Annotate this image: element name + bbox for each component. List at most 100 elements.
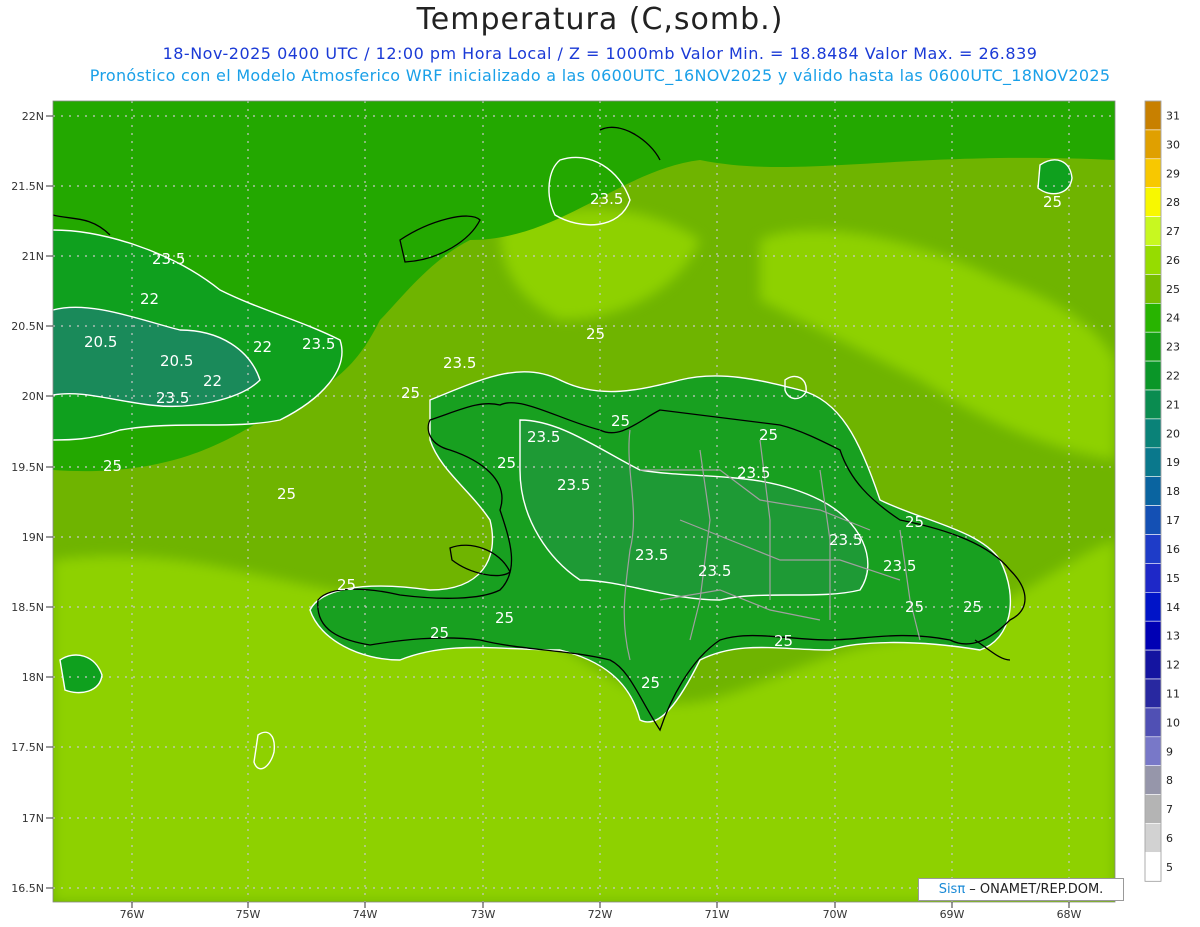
lat-label: 20N — [22, 390, 44, 403]
contour-label: 25 — [497, 454, 516, 472]
colorbar-swatch — [1144, 649, 1162, 680]
credit-sis: Sisπ — [938, 882, 966, 897]
contour-label: 25 — [759, 426, 778, 444]
colorbar-label: 14 — [1166, 601, 1180, 614]
contour-label: 23.5 — [635, 546, 668, 564]
colorbar-label: 7 — [1166, 803, 1173, 816]
colorbar-label: 26 — [1166, 254, 1180, 267]
lon-label: 68W — [1057, 908, 1082, 921]
contour-label: 25 — [103, 457, 122, 475]
colorbar-swatch — [1144, 187, 1162, 217]
colorbar-swatch — [1144, 534, 1162, 564]
contour-label: 23.5 — [557, 476, 590, 494]
colorbar-swatch — [1144, 129, 1162, 160]
contour-label: 25 — [337, 576, 356, 594]
lat-label: 19.5N — [11, 461, 44, 474]
contour-label: 25 — [401, 384, 420, 402]
lon-label: 74W — [353, 908, 378, 921]
lon-label: 72W — [588, 908, 613, 921]
contour-label: 23.5 — [302, 335, 335, 353]
colorbar-label: 28 — [1166, 196, 1180, 209]
lon-label: 71W — [705, 908, 730, 921]
contour-label: 25 — [963, 598, 982, 616]
colorbar-label: 31 — [1166, 110, 1180, 123]
colorbar-label: 17 — [1166, 514, 1180, 527]
lat-label: 21N — [22, 250, 44, 263]
lat-label: 17.5N — [11, 741, 44, 754]
contour-label: 25 — [774, 632, 793, 650]
colorbar-swatch — [1144, 505, 1162, 535]
colorbar-label: 19 — [1166, 456, 1180, 469]
map-field — [53, 101, 1115, 902]
colorbar-swatch — [1144, 245, 1162, 275]
colorbar-label: 24 — [1166, 312, 1180, 325]
colorbar-swatch — [1144, 331, 1162, 362]
contour-label: 23.5 — [698, 562, 731, 580]
contour-label: 25 — [277, 485, 296, 503]
colorbar-swatch — [1144, 736, 1162, 766]
colorbar-swatch — [1144, 563, 1162, 593]
lon-label: 69W — [940, 908, 965, 921]
colorbar-label: 30 — [1166, 138, 1180, 151]
contour-label: 25 — [905, 598, 924, 616]
colorbar-swatch — [1144, 302, 1162, 333]
credit-box: Sisπ – ONAMET/REP.DOM. — [918, 878, 1124, 901]
contour-label: 22 — [253, 338, 272, 356]
lat-label: 22N — [22, 110, 44, 123]
lon-label: 75W — [236, 908, 261, 921]
colorbar-swatch — [1144, 274, 1162, 304]
contour-label: 20.5 — [84, 333, 117, 351]
colorbar-label: 11 — [1166, 688, 1180, 701]
lat-label: 18.5N — [11, 601, 44, 614]
lon-label: 70W — [823, 908, 848, 921]
temperature-map: 23.5 25 22 20.5 20.5 22 22 23.5 23.5 25 … — [11, 100, 1180, 921]
colorbar-swatch — [1144, 823, 1162, 853]
credit-org: – ONAMET/REP.DOM. — [965, 882, 1104, 897]
lon-label: 73W — [471, 908, 496, 921]
colorbar-label: 23 — [1166, 341, 1180, 354]
colorbar-swatch — [1144, 794, 1162, 824]
colorbar-swatch — [1144, 678, 1162, 709]
contour-label: 23.5 — [883, 557, 916, 575]
contour-label: 23.5 — [737, 464, 770, 482]
colorbar-label: 15 — [1166, 572, 1180, 585]
colorbar: 31 30 29 28 27 26 25 24 23 22 21 20 19 18 17 16 15 14 13 12… — [1144, 100, 1180, 882]
contour-label: 23.5 — [829, 531, 862, 549]
colorbar-label: 25 — [1166, 283, 1180, 296]
colorbar-label: 16 — [1166, 543, 1180, 556]
contour-label: 22 — [140, 290, 159, 308]
contour-label: 25 — [641, 674, 660, 692]
colorbar-swatch — [1144, 418, 1162, 449]
contour-label: 22 — [203, 372, 222, 390]
lon-label: 76W — [120, 908, 145, 921]
lat-label: 19N — [22, 531, 44, 544]
colorbar-swatch — [1144, 100, 1162, 131]
colorbar-label: 18 — [1166, 485, 1180, 498]
colorbar-label: 6 — [1166, 832, 1173, 845]
colorbar-swatch — [1144, 707, 1162, 738]
contour-label: 25 — [586, 325, 605, 343]
lat-label: 18N — [22, 671, 44, 684]
colorbar-swatch — [1144, 765, 1162, 795]
colorbar-label: 13 — [1166, 630, 1180, 643]
contour-label: 23.5 — [527, 428, 560, 446]
contour-label: 25 — [430, 624, 449, 642]
latitude-axis: 22N 21.5N 21N 20.5N 20N 19.5N 19N 18.5N … — [11, 110, 53, 895]
contour-label: 25 — [611, 412, 630, 430]
colorbar-label: 10 — [1166, 716, 1180, 729]
colorbar-label: 5 — [1166, 861, 1173, 874]
contour-label: 20.5 — [160, 352, 193, 370]
contour-label: 25 — [1043, 193, 1062, 211]
colorbar-swatch — [1144, 852, 1162, 882]
colorbar-label: 9 — [1166, 745, 1173, 758]
longitude-axis: 76W 75W 74W 73W 72W 71W 70W 69W 68W — [120, 902, 1082, 921]
contour-label: 23.5 — [156, 389, 189, 407]
contour-label: 23.5 — [443, 354, 476, 372]
colorbar-swatch — [1144, 389, 1162, 420]
colorbar-label: 22 — [1166, 370, 1180, 383]
colorbar-label: 27 — [1166, 225, 1180, 238]
lat-label: 16.5N — [11, 882, 44, 895]
colorbar-label: 21 — [1166, 398, 1180, 411]
contour-label: 23.5 — [590, 190, 623, 208]
contour-label: 25 — [905, 513, 924, 531]
